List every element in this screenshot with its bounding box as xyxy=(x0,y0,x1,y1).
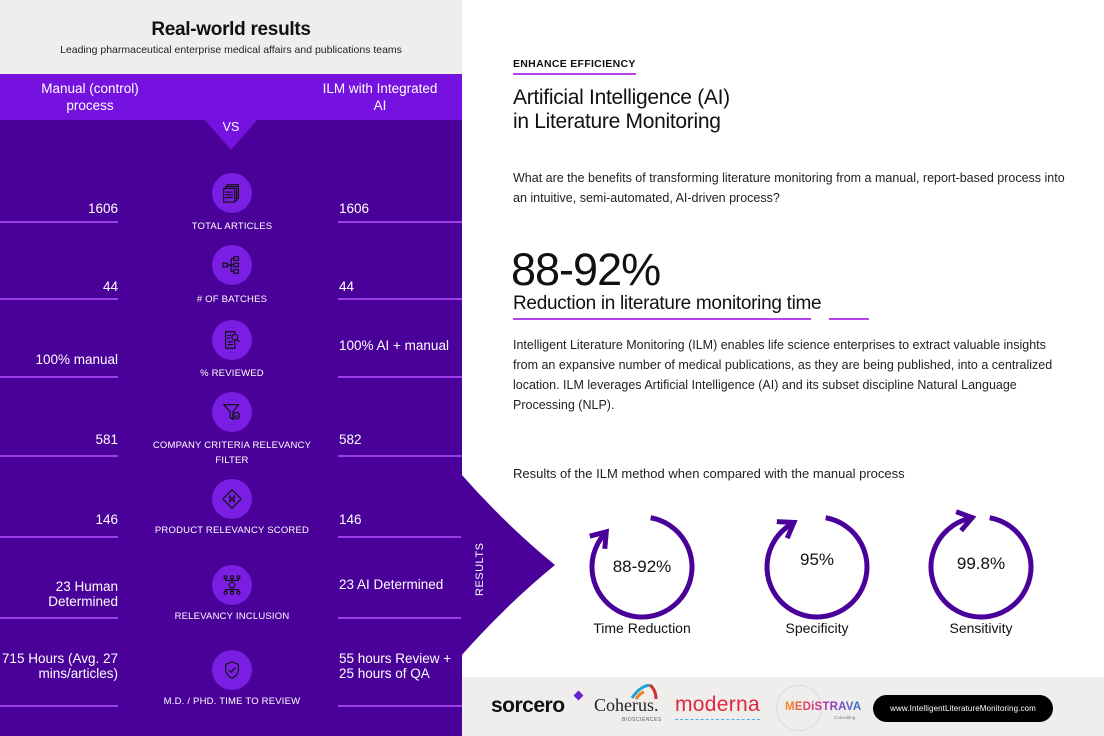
comparison-title: Real-world results xyxy=(151,19,311,40)
manual-value: 23 Human Determined xyxy=(48,579,118,609)
row-divider xyxy=(338,298,462,300)
shield-check-icon xyxy=(212,650,252,690)
manual-value: 581 xyxy=(95,432,118,447)
manual-value: 146 xyxy=(95,512,118,527)
network-icon xyxy=(212,565,252,605)
row-divider xyxy=(338,376,462,378)
ai-value: 582 xyxy=(339,432,362,447)
documents-icon xyxy=(212,173,252,213)
coherus-logo: Coherus. xyxy=(594,695,659,715)
metric-time-reduction: 88-92% Time Reduction xyxy=(577,505,707,636)
page-title-line: Artificial Intelligence (AI) xyxy=(513,86,730,109)
row-label: TOTAL ARTICLES xyxy=(191,221,273,232)
comparison-header: Real-world results Leading pharmaceutica… xyxy=(0,0,462,74)
puzzle-diamond-icon xyxy=(212,479,252,519)
website-link[interactable]: www.IntelligentLiteratureMonitoring.com xyxy=(873,695,1053,722)
medistrava-logo-subtitle: Consulting xyxy=(834,715,856,720)
filter-check-icon xyxy=(212,392,252,432)
manual-column-heading: Manual (control) process xyxy=(41,81,139,113)
ai-value: 100% AI + manual xyxy=(339,338,449,353)
row-label: RELEVANCY INCLUSION xyxy=(174,611,290,622)
caption-underline xyxy=(829,318,869,320)
hierarchy-icon xyxy=(212,245,252,285)
eyebrow-label: ENHANCE EFFICIENCY xyxy=(513,58,636,75)
manual-value: 44 xyxy=(102,279,118,294)
page-title-line: in Literature Monitoring xyxy=(513,110,721,133)
moderna-logo: moderna xyxy=(675,693,760,716)
manual-value: 1606 xyxy=(87,201,118,216)
metric-value: 99.8% xyxy=(956,554,1006,573)
headline-stat-caption: Reduction in literature monitoring time xyxy=(513,293,822,314)
headline-stat: 88-92% xyxy=(511,244,661,295)
ai-value: 146 xyxy=(339,512,362,527)
intro-text: What are the benefits of transforming li… xyxy=(513,171,1065,205)
row-divider xyxy=(0,536,118,538)
row-divider xyxy=(0,617,118,619)
row-divider xyxy=(338,705,462,707)
body-text: Intelligent Literature Monitoring (ILM) … xyxy=(513,338,1053,412)
metric-value: 95% xyxy=(799,550,835,569)
row-divider xyxy=(338,536,462,538)
metric-sensitivity: 99.8% Sensitivity xyxy=(916,505,1046,636)
moderna-underline xyxy=(675,719,760,720)
metric-label: Sensitivity xyxy=(949,620,1013,636)
row-label: % REVIEWED xyxy=(200,368,264,379)
page-title: Artificial Intelligence (AI) in Literatu… xyxy=(513,86,730,134)
metric-label: Specificity xyxy=(785,620,849,636)
metric-value: 88-92% xyxy=(612,557,672,576)
metric-label: Time Reduction xyxy=(593,620,691,636)
metric-specificity: 95% Specificity xyxy=(752,505,882,636)
cycle-arrow-icon xyxy=(764,515,870,620)
row-label: COMPANY CRITERIA RELEVANCY FILTER xyxy=(152,440,312,466)
ai-value: 1606 xyxy=(339,201,370,216)
row-divider xyxy=(338,221,462,223)
results-label: RESULTS xyxy=(474,542,486,596)
medistrava-logo: MEDiSTRAVA xyxy=(785,701,862,713)
row-divider xyxy=(0,298,118,300)
vs-label: VS xyxy=(222,120,240,134)
row-label: # OF BATCHES xyxy=(196,294,268,305)
row-divider xyxy=(0,221,118,223)
comparison-panel: Real-world results Leading pharmaceutica… xyxy=(0,0,462,736)
manual-value: 715 Hours (Avg. 27 mins/articles) xyxy=(1,651,118,681)
ai-value: 55 hours Review + 25 hours of QA xyxy=(339,651,452,681)
row-divider xyxy=(338,455,462,457)
caption-underline xyxy=(513,318,811,320)
row-divider xyxy=(0,455,118,457)
results-intro: Results of the ILM method when compared … xyxy=(513,466,905,481)
footer: sorcero Coherus. BIOSCIENCES moderna MED… xyxy=(462,677,1104,736)
ai-value: 44 xyxy=(339,279,355,294)
row-label: PRODUCT RELEVANCY SCORED xyxy=(154,525,310,536)
row-label: M.D. / PHD. TIME TO REVIEW xyxy=(163,696,301,707)
coherus-logo-subtitle: BIOSCIENCES xyxy=(622,717,662,723)
row-divider xyxy=(0,376,118,378)
ai-value: 23 AI Determined xyxy=(339,577,444,592)
comparison-subtitle: Leading pharmaceutical enterprise medica… xyxy=(60,44,402,56)
sorcero-logo: sorcero xyxy=(491,694,565,717)
document-search-icon xyxy=(212,320,252,360)
row-divider xyxy=(338,617,462,619)
sorcero-diamond-icon xyxy=(573,690,584,701)
ai-column-heading: ILM with Integrated AI xyxy=(322,81,438,113)
manual-value: 100% manual xyxy=(35,352,118,367)
row-divider xyxy=(0,705,118,707)
